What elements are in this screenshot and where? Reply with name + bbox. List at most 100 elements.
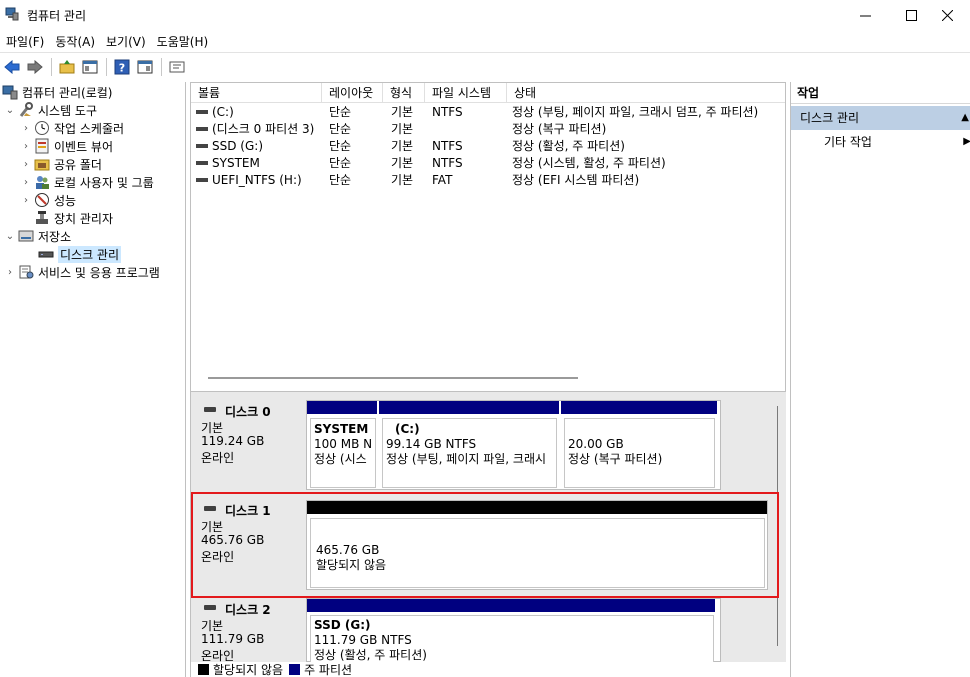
tree-item-label: 작업 스케줄러 xyxy=(54,121,125,136)
collapse-up-icon[interactable]: ▲ xyxy=(961,106,969,130)
event-viewer-icon xyxy=(35,138,49,154)
table-row[interactable]: UEFI_NTFS (H:) 단순 기본 FAT 정상 (EFI 시스템 파티션… xyxy=(191,172,785,189)
volume-layout: 단순 xyxy=(329,122,352,136)
tree-item-disk-management[interactable]: 디스크 관리 xyxy=(36,245,122,263)
properties-button[interactable] xyxy=(167,57,187,77)
column-header-type[interactable]: 형식 xyxy=(383,83,425,103)
disk-0-label[interactable]: 디스크 0 기본 119.24 GB 온라인 xyxy=(191,403,304,493)
disk-0-partitions: SYSTEM 100 MB N 정상 (시스 (C:) 99.14 GB NTF… xyxy=(306,400,721,490)
tree-item-label: 이벤트 뷰어 xyxy=(54,139,114,154)
volume-name: UEFI_NTFS (H:) xyxy=(212,173,302,187)
actions-pane: 작업 디스크 관리 ▲ 기타 작업 ▶ xyxy=(790,82,970,677)
tree-item-device-manager[interactable]: 장치 관리자 xyxy=(32,209,113,227)
scrollbar-thumb[interactable] xyxy=(208,377,578,379)
forward-arrow-icon xyxy=(27,59,43,74)
partition-ssd-g[interactable]: SSD (G:) 111.79 GB NTFS 정상 (활성, 주 파티션) xyxy=(310,615,714,665)
column-header-volume[interactable]: 볼륨 xyxy=(191,83,322,103)
chevron-down-icon[interactable]: ⌄ xyxy=(4,231,16,242)
partition-title: SSD (G:) xyxy=(314,618,371,632)
tree-item-computer-management[interactable]: 컴퓨터 관리(로컬) xyxy=(0,83,112,101)
table-row[interactable]: (디스크 0 파티션 3) 단순 기본 정상 (복구 파티션) xyxy=(191,121,785,138)
tree-item-shared-folders[interactable]: › 공유 폴더 xyxy=(20,155,102,173)
menu-action[interactable]: 동작(A) xyxy=(51,30,102,52)
tree-item-storage[interactable]: ⌄ 저장소 xyxy=(0,227,71,245)
chevron-right-icon[interactable]: › xyxy=(20,141,32,152)
volume-filesystem: NTFS xyxy=(432,105,463,119)
actions-section-label: 디스크 관리 xyxy=(800,111,860,125)
partition-bar-primary xyxy=(379,401,559,414)
chevron-right-icon[interactable]: › xyxy=(20,195,32,206)
table-row[interactable]: (C:) 단순 기본 NTFS 정상 (부팅, 페이지 파일, 크래시 덤프, … xyxy=(191,104,785,121)
column-header-status[interactable]: 상태 xyxy=(507,83,785,103)
menu-bar: 파일(F) 동작(A) 보기(V) 도움말(H) xyxy=(0,30,970,52)
volume-type: 기본 xyxy=(391,173,414,187)
volume-status: 정상 (복구 파티션) xyxy=(512,122,607,136)
volume-status: 정상 (시스템, 활성, 주 파티션) xyxy=(512,156,666,170)
volume-type: 기본 xyxy=(391,139,414,153)
table-row[interactable]: SSD (G:) 단순 기본 NTFS 정상 (활성, 주 파티션) xyxy=(191,138,785,155)
partition-title: (C:) xyxy=(395,422,420,436)
partition-status: 정상 (부팅, 페이지 파일, 크래시 xyxy=(386,452,547,466)
chevron-right-icon[interactable]: › xyxy=(4,267,16,278)
tools-icon xyxy=(19,102,33,117)
tree-item-performance[interactable]: › 성능 xyxy=(20,191,76,209)
volume-status: 정상 (활성, 주 파티션) xyxy=(512,139,625,153)
actions-section-disk-management[interactable]: 디스크 관리 ▲ xyxy=(791,106,970,130)
partition-size: 111.79 GB NTFS xyxy=(314,633,412,647)
menu-file[interactable]: 파일(F) xyxy=(2,30,51,52)
partition-title: SYSTEM xyxy=(314,422,369,436)
volume-filesystem: FAT xyxy=(432,173,453,187)
tree-item-event-viewer[interactable]: › 이벤트 뷰어 xyxy=(20,137,113,155)
tree-item-local-users[interactable]: › 로컬 사용자 및 그룹 xyxy=(20,173,154,191)
partition-system[interactable]: SYSTEM 100 MB N 정상 (시스 xyxy=(310,418,376,488)
chevron-right-icon[interactable]: › xyxy=(20,123,32,134)
partition-size: 99.14 GB NTFS xyxy=(386,437,477,451)
minimize-button[interactable] xyxy=(842,0,888,30)
tree-item-services[interactable]: › 서비스 및 응용 프로그램 xyxy=(0,263,160,281)
chevron-right-icon[interactable]: › xyxy=(20,177,32,188)
users-icon xyxy=(36,176,49,189)
tree-item-label: 저장소 xyxy=(38,229,72,244)
tree-item-task-scheduler[interactable]: › 작업 스케줄러 xyxy=(20,119,124,137)
menu-help[interactable]: 도움말(H) xyxy=(153,30,216,52)
help-button[interactable]: ? xyxy=(112,57,132,77)
up-folder-button[interactable] xyxy=(57,57,77,77)
console-tree-icon xyxy=(82,60,98,73)
tree-item-label: 장치 관리자 xyxy=(54,211,114,226)
toolbar-separator xyxy=(106,57,107,76)
horizontal-scrollbar[interactable] xyxy=(191,369,785,386)
volume-layout: 단순 xyxy=(329,156,352,170)
volume-icon xyxy=(196,161,208,165)
partition-bar-primary xyxy=(561,401,717,414)
volume-filesystem: NTFS xyxy=(432,156,463,170)
chevron-down-icon[interactable]: ⌄ xyxy=(4,105,16,116)
volume-icon xyxy=(196,178,208,182)
title-bar: 컴퓨터 관리 xyxy=(0,0,970,30)
toolbar-separator xyxy=(51,57,52,76)
tree-item-system-tools[interactable]: ⌄ 시스템 도구 xyxy=(0,101,97,119)
column-header-layout[interactable]: 레이아웃 xyxy=(322,83,383,103)
table-row[interactable]: SYSTEM 단순 기본 NTFS 정상 (시스템, 활성, 주 파티션) xyxy=(191,155,785,172)
volume-name: SSD (G:) xyxy=(212,139,263,153)
menu-view[interactable]: 보기(V) xyxy=(102,30,153,52)
back-button[interactable] xyxy=(2,57,22,77)
computer-management-icon xyxy=(2,85,18,100)
more-actions-item[interactable]: 기타 작업 ▶ xyxy=(791,132,970,152)
storage-icon xyxy=(18,230,34,242)
console-tree: 컴퓨터 관리(로컬) ⌄ 시스템 도구 › 작업 스케줄러 › 이벤트 뷰어 ›… xyxy=(0,82,186,677)
partition-c[interactable]: (C:) 99.14 GB NTFS 정상 (부팅, 페이지 파일, 크래시 xyxy=(382,418,557,488)
show-hide-action-pane-button[interactable] xyxy=(135,57,155,77)
volume-list-header: 볼륨 레이아웃 형식 파일 시스템 상태 xyxy=(191,83,785,103)
volume-layout: 단순 xyxy=(329,139,352,153)
partition-status: 정상 (복구 파티션) xyxy=(568,452,663,466)
more-actions-label: 기타 작업 xyxy=(824,135,872,149)
disk-state: 온라인 xyxy=(201,451,235,465)
close-button[interactable] xyxy=(924,0,970,30)
chevron-right-icon[interactable]: › xyxy=(20,159,32,170)
show-hide-tree-button[interactable] xyxy=(80,57,100,77)
column-header-filesystem[interactable]: 파일 시스템 xyxy=(425,83,507,103)
forward-button[interactable] xyxy=(25,57,45,77)
partition-recovery[interactable]: 20.00 GB 정상 (복구 파티션) xyxy=(564,418,715,488)
disk-2-label[interactable]: 디스크 2 기본 111.79 GB 온라인 xyxy=(191,601,304,663)
tree-item-label: 시스템 도구 xyxy=(38,103,98,118)
